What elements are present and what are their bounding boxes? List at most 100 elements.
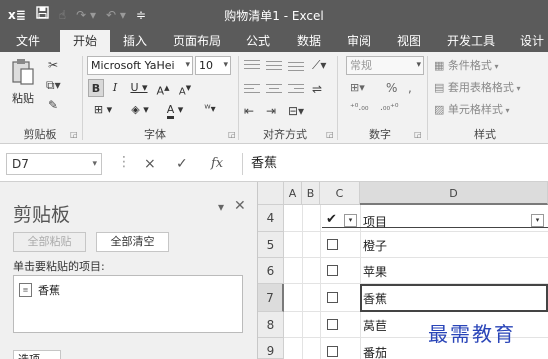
- tab-design[interactable]: 设计: [512, 30, 548, 52]
- filter-dropdown-icon[interactable]: ▾: [531, 214, 544, 227]
- tab-data[interactable]: 数据: [288, 30, 330, 52]
- clipboard-item[interactable]: ≡ 香蕉: [19, 282, 60, 298]
- font-name-dropdown[interactable]: Microsoft YaHei ▾: [87, 56, 193, 75]
- row-header-5[interactable]: 5: [258, 232, 284, 258]
- wrap-text-icon[interactable]: ⇌: [312, 81, 322, 97]
- align-bottom-icon[interactable]: [288, 60, 304, 72]
- item-cell[interactable]: 橙子: [363, 237, 387, 254]
- number-format-value: 常规: [350, 59, 372, 72]
- styles-group-label: 样式: [474, 128, 496, 141]
- watermark-text: 最需教育: [428, 322, 516, 346]
- font-size-dropdown[interactable]: 10 ▾: [195, 56, 231, 75]
- group-divider: [427, 56, 428, 140]
- alignment-launcher-icon[interactable]: ◲: [326, 130, 334, 139]
- window-title: 购物清单1 - Excel: [224, 9, 324, 23]
- align-top-icon[interactable]: [244, 60, 260, 72]
- formula-input[interactable]: 香蕉: [242, 153, 548, 175]
- tab-formulas[interactable]: 公式: [238, 30, 278, 52]
- insert-function-icon[interactable]: fx: [211, 156, 223, 172]
- increase-decimal-icon[interactable]: ⁺⁰.₀₀: [350, 100, 368, 116]
- font-color-button[interactable]: A ▾: [160, 101, 190, 119]
- row-header-9[interactable]: 9: [258, 338, 284, 359]
- decrease-indent-icon[interactable]: ⇤: [244, 103, 254, 119]
- column-header-a[interactable]: A: [284, 182, 302, 205]
- tab-review[interactable]: 审阅: [338, 30, 380, 52]
- options-button[interactable]: 选项: [13, 350, 61, 359]
- done-checkbox[interactable]: [327, 265, 338, 276]
- done-checkbox[interactable]: [327, 319, 338, 330]
- decrease-decimal-icon[interactable]: .₀₀⁺⁰: [380, 100, 398, 116]
- tab-developer[interactable]: 开发工具: [440, 30, 502, 52]
- chevron-down-icon: ▾: [223, 60, 228, 70]
- table-header-row: [284, 205, 548, 232]
- column-header-b[interactable]: B: [302, 182, 320, 205]
- cell-styles-button[interactable]: ▨ 单元格样式 ▾: [434, 101, 530, 119]
- align-center-icon[interactable]: [266, 84, 282, 96]
- font-launcher-icon[interactable]: ◲: [228, 130, 236, 139]
- copy-icon[interactable]: ⧉▾: [46, 77, 61, 93]
- item-cell[interactable]: 莴苣: [363, 317, 387, 334]
- tab-home[interactable]: 开始: [60, 30, 110, 52]
- done-checkbox[interactable]: [327, 239, 338, 250]
- format-painter-icon[interactable]: ✎: [48, 97, 58, 113]
- align-left-icon[interactable]: [244, 84, 260, 96]
- phonetic-icon[interactable]: ᵂ▾: [198, 101, 222, 119]
- conditional-formatting-icon: ▦: [434, 59, 445, 72]
- row-header-7[interactable]: 7: [258, 284, 284, 312]
- name-box[interactable]: D7 ▾: [6, 153, 102, 175]
- item-cell[interactable]: 番茄: [363, 344, 387, 359]
- align-right-icon[interactable]: [288, 84, 304, 96]
- tab-insert[interactable]: 插入: [114, 30, 156, 52]
- active-item-cell[interactable]: 香蕉: [363, 290, 387, 307]
- paste-all-button[interactable]: 全部粘贴: [13, 232, 86, 252]
- increase-indent-icon[interactable]: ⇥: [266, 103, 276, 119]
- clear-all-button[interactable]: 全部清空: [96, 232, 169, 252]
- cell-styles-label: 单元格样式: [447, 103, 503, 116]
- currency-icon[interactable]: ⊞▾: [350, 80, 365, 96]
- formula-bar-grip-icon: ⋮: [117, 154, 131, 170]
- close-icon[interactable]: ✕: [234, 198, 246, 214]
- merge-center-icon[interactable]: ⊟▾: [288, 103, 304, 119]
- pane-options-icon[interactable]: ▾: [218, 200, 224, 214]
- chevron-down-icon: ▾: [513, 84, 521, 93]
- filter-dropdown-icon[interactable]: ▾: [344, 214, 357, 227]
- cancel-icon[interactable]: ×: [144, 156, 156, 172]
- number-launcher-icon[interactable]: ◲: [414, 130, 422, 139]
- chevron-down-icon: ▾: [416, 60, 421, 70]
- fill-color-button[interactable]: ◈ ▾: [125, 101, 155, 119]
- format-as-table-label: 套用表格格式: [447, 81, 514, 94]
- clipboard-launcher-icon[interactable]: ◲: [70, 130, 78, 139]
- percent-icon[interactable]: %: [386, 80, 397, 96]
- italic-button[interactable]: I: [108, 79, 122, 97]
- tab-file[interactable]: 文件: [5, 30, 51, 52]
- tab-page-layout[interactable]: 页面布局: [166, 30, 228, 52]
- alignment-group-label: 对齐方式: [263, 128, 307, 141]
- clipboard-item-text: 香蕉: [38, 284, 60, 297]
- conditional-formatting-button[interactable]: ▦ 条件格式 ▾: [434, 57, 518, 75]
- paste-button[interactable]: 粘贴: [8, 58, 38, 108]
- orientation-icon[interactable]: ⟋▾: [312, 57, 326, 73]
- done-checkbox[interactable]: [327, 292, 338, 303]
- align-middle-icon[interactable]: [266, 60, 282, 72]
- shrink-font-icon[interactable]: A▼: [178, 79, 192, 97]
- underline-button[interactable]: U ▾: [126, 79, 152, 97]
- column-header-d[interactable]: D: [360, 182, 548, 205]
- enter-icon[interactable]: ✓: [176, 156, 188, 172]
- select-all-corner[interactable]: [258, 182, 284, 205]
- item-cell[interactable]: 苹果: [363, 263, 387, 280]
- bold-button[interactable]: B: [88, 79, 104, 97]
- font-name-value: Microsoft YaHei: [91, 59, 175, 72]
- done-checkbox[interactable]: [327, 346, 338, 357]
- tab-view[interactable]: 视图: [388, 30, 430, 52]
- cut-icon[interactable]: ✂: [48, 57, 58, 73]
- borders-button[interactable]: ⊞ ▾: [88, 101, 118, 119]
- grow-font-icon[interactable]: A▲: [156, 79, 170, 98]
- row-header-6[interactable]: 6: [258, 258, 284, 284]
- table-row: [284, 232, 548, 258]
- row-header-8[interactable]: 8: [258, 312, 284, 338]
- row-header-4[interactable]: 4: [258, 205, 284, 232]
- format-as-table-button[interactable]: ▤ 套用表格格式 ▾: [434, 79, 544, 97]
- number-format-dropdown[interactable]: 常规 ▾: [346, 56, 424, 75]
- column-header-c[interactable]: C: [320, 182, 360, 205]
- comma-style-icon[interactable]: ,: [408, 80, 412, 96]
